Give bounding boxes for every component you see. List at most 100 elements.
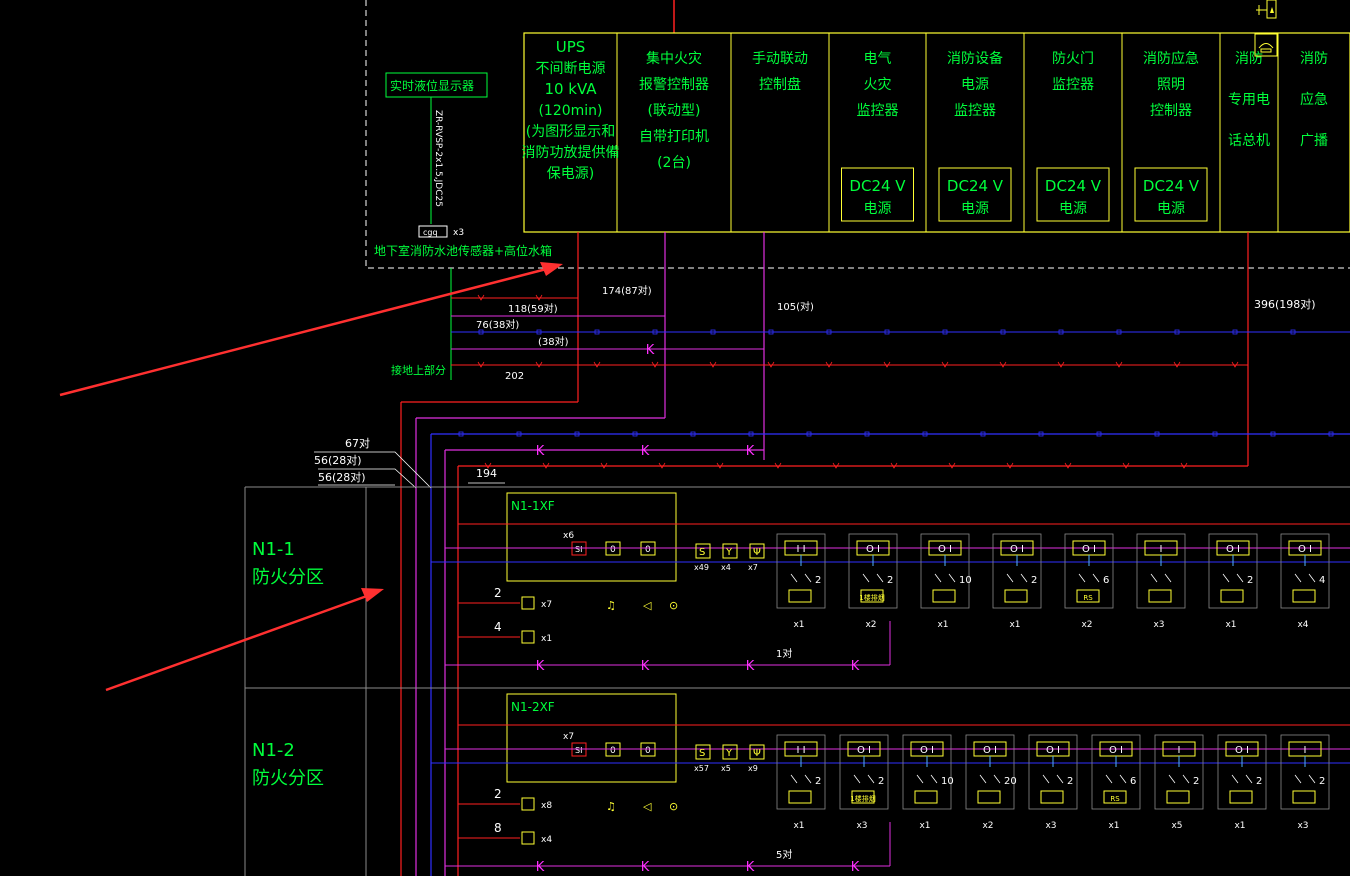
device-multiplier: x3 (1153, 620, 1164, 630)
zone-panel-label: N1-1XF (511, 499, 555, 513)
bus-label-202: 202 (505, 371, 524, 382)
dc24v-sub-label: 电源 (961, 201, 989, 217)
fire-zones: N1-1防火分区N1-1XFSIx60 01对K K K K2x74x1Sx49Yx4Ψ… (244, 486, 1350, 876)
wire-count: 2 (815, 776, 821, 787)
actuator-label: 1楼排烟 (850, 794, 875, 803)
ground-part-label: 接地上部分 (391, 363, 446, 377)
detector-multiplier: x9 (748, 764, 758, 773)
zone-name: N1-1 (252, 539, 295, 560)
device-multiplier: x3 (856, 821, 867, 831)
detector-multiplier: x5 (721, 764, 731, 773)
wire-count: 6 (1130, 776, 1136, 787)
bus-blue-b (431, 431, 1350, 437)
header-cell-text: 火灾 (864, 76, 892, 93)
damper-actuator-icon (1166, 790, 1190, 804)
fire-alarm-system-diagram: UPS 不间断电源 10 kVA (120min) (为图形显示和消防功放提供備保电源)… (59, 0, 1350, 876)
antenna-icon (1256, 0, 1277, 19)
sounder-icon: ♫ (606, 599, 616, 612)
zone-k-mark: K (536, 860, 545, 875)
device-multiplier: x4 (1297, 620, 1308, 630)
module-code: O I (983, 745, 997, 756)
k-mark: K (641, 444, 650, 459)
damper-actuator-icon (1004, 589, 1028, 603)
header-cell-text: 控制盘 (759, 76, 801, 93)
zone-pair-label: 1对 (776, 647, 792, 660)
header-cell-text: 消防 (1300, 51, 1328, 67)
damper-actuator-icon (1220, 589, 1244, 603)
module-code: O I (857, 745, 871, 756)
header-cell-text: (为图形显示和 (526, 124, 615, 140)
header-cell-text: 电气 (864, 51, 892, 67)
bus-label-38: (38对) (538, 335, 569, 348)
wire-count: 2 (1247, 575, 1253, 586)
dc24v-label: DC24 V (849, 177, 906, 195)
zone-k-mark: K (851, 860, 860, 875)
module-code: O I (920, 745, 934, 756)
damper-actuator-icon (1040, 790, 1064, 804)
header-cell-3: 电气火灾监控器 DC24 V 电源 (841, 51, 914, 222)
io-module-code: 0 (610, 545, 616, 555)
module-code: O I (1010, 544, 1024, 555)
header-cell-text: 应急 (1300, 91, 1328, 108)
header-cell-text: 自带打印机 (639, 128, 709, 145)
module-code: O I (1298, 544, 1312, 555)
header-cell-text: 不间断电源 (536, 61, 606, 77)
dc24v-label: DC24 V (1143, 177, 1200, 195)
header-cell-4: 消防设备电源监控器DC24 V电源 (938, 50, 1012, 222)
control-room-boundary (365, 0, 1350, 269)
wire-count: 10 (941, 776, 954, 787)
si-module-code: SI (575, 545, 582, 554)
manual-call-point-icon (521, 596, 535, 610)
sensor-caption: 地下室消防水池传感器+高位水箱 (374, 243, 552, 258)
wire-count: 2 (1319, 776, 1325, 787)
device-multiplier: x1 (793, 620, 804, 630)
sensor-box-label: cgq (423, 228, 438, 237)
device-multiplier: x5 (1171, 821, 1182, 831)
strobe-icon: ⊙ (669, 599, 678, 612)
module-code: I I (796, 544, 805, 555)
header-cell-text: 消防应急 (1143, 50, 1199, 67)
speaker-icon: ◁ (643, 800, 652, 813)
left-device-multiplier: x8 (541, 801, 552, 811)
header-cell-text: 手动联动 (752, 51, 808, 67)
fire-zone-1: N1-2 防火分区 N1-2XF SIx7 0 0 5对 K K K K 2 x8 8 x4 Sx57 Yx5 Ψ… (244, 687, 1350, 876)
module-code: O I (866, 544, 880, 555)
zone-type: 防火分区 (252, 768, 324, 789)
io-module-code: 0 (645, 746, 651, 756)
header-cell-text: 报警控制器 (639, 77, 709, 93)
device-multiplier: x3 (1297, 821, 1308, 831)
header-cell-text: (120min) (538, 103, 602, 119)
k-mark: K (646, 343, 655, 358)
si-multiplier: x6 (563, 531, 574, 541)
header-cell-text: 消防功放提供備 (522, 145, 620, 161)
strobe-icon: ⊙ (669, 800, 678, 813)
bus-label-76: 76(38对) (476, 318, 519, 331)
detector-code: Y (725, 547, 733, 558)
left-device-count: 8 (494, 821, 502, 835)
fire-zone-0: N1-1防火分区N1-1XFSIx60 01对K K K K2x74x1Sx49Yx4Ψ… (244, 486, 1350, 876)
si-multiplier: x7 (563, 732, 574, 742)
bus-label-67: 67对 (345, 436, 370, 450)
detector-code: Ψ (753, 748, 761, 759)
module-code: O I (1046, 745, 1060, 756)
damper-actuator-icon (1292, 589, 1316, 603)
header-cell-text: 控制器 (1150, 103, 1192, 119)
module-code: O I (1235, 745, 1249, 756)
liquid-level-display-label: 实时液位显示器 (390, 78, 474, 93)
dc24v-label: DC24 V (947, 177, 1004, 195)
header-cell-0: UPS 不间断电源 10 kVA (120min) (为图形显示和消防功放提供備保电源) (522, 38, 620, 182)
wire-count: 20 (1004, 776, 1017, 787)
dc24v-label: DC24 V (1045, 177, 1102, 195)
bus-label-118: 118(59对) (508, 302, 558, 315)
header-cell-text: 专用电 (1228, 92, 1270, 108)
header-cell-6: 消防应急照明控制器 DC24 V 电源 (1134, 50, 1208, 222)
bus-label-194: 194 (476, 467, 497, 480)
left-device-multiplier: x7 (541, 600, 552, 610)
device-multiplier: x2 (1081, 620, 1092, 630)
bus-label-396: 396(198对) (1254, 297, 1316, 311)
detector-code: S (699, 748, 705, 759)
zone-k-mark: K (536, 659, 545, 674)
header-cell-5: 防火门监控器 DC24 V 电源 (1036, 51, 1110, 222)
dc24v-sub-label: 电源 (864, 201, 892, 217)
wire-count: 10 (959, 575, 972, 586)
